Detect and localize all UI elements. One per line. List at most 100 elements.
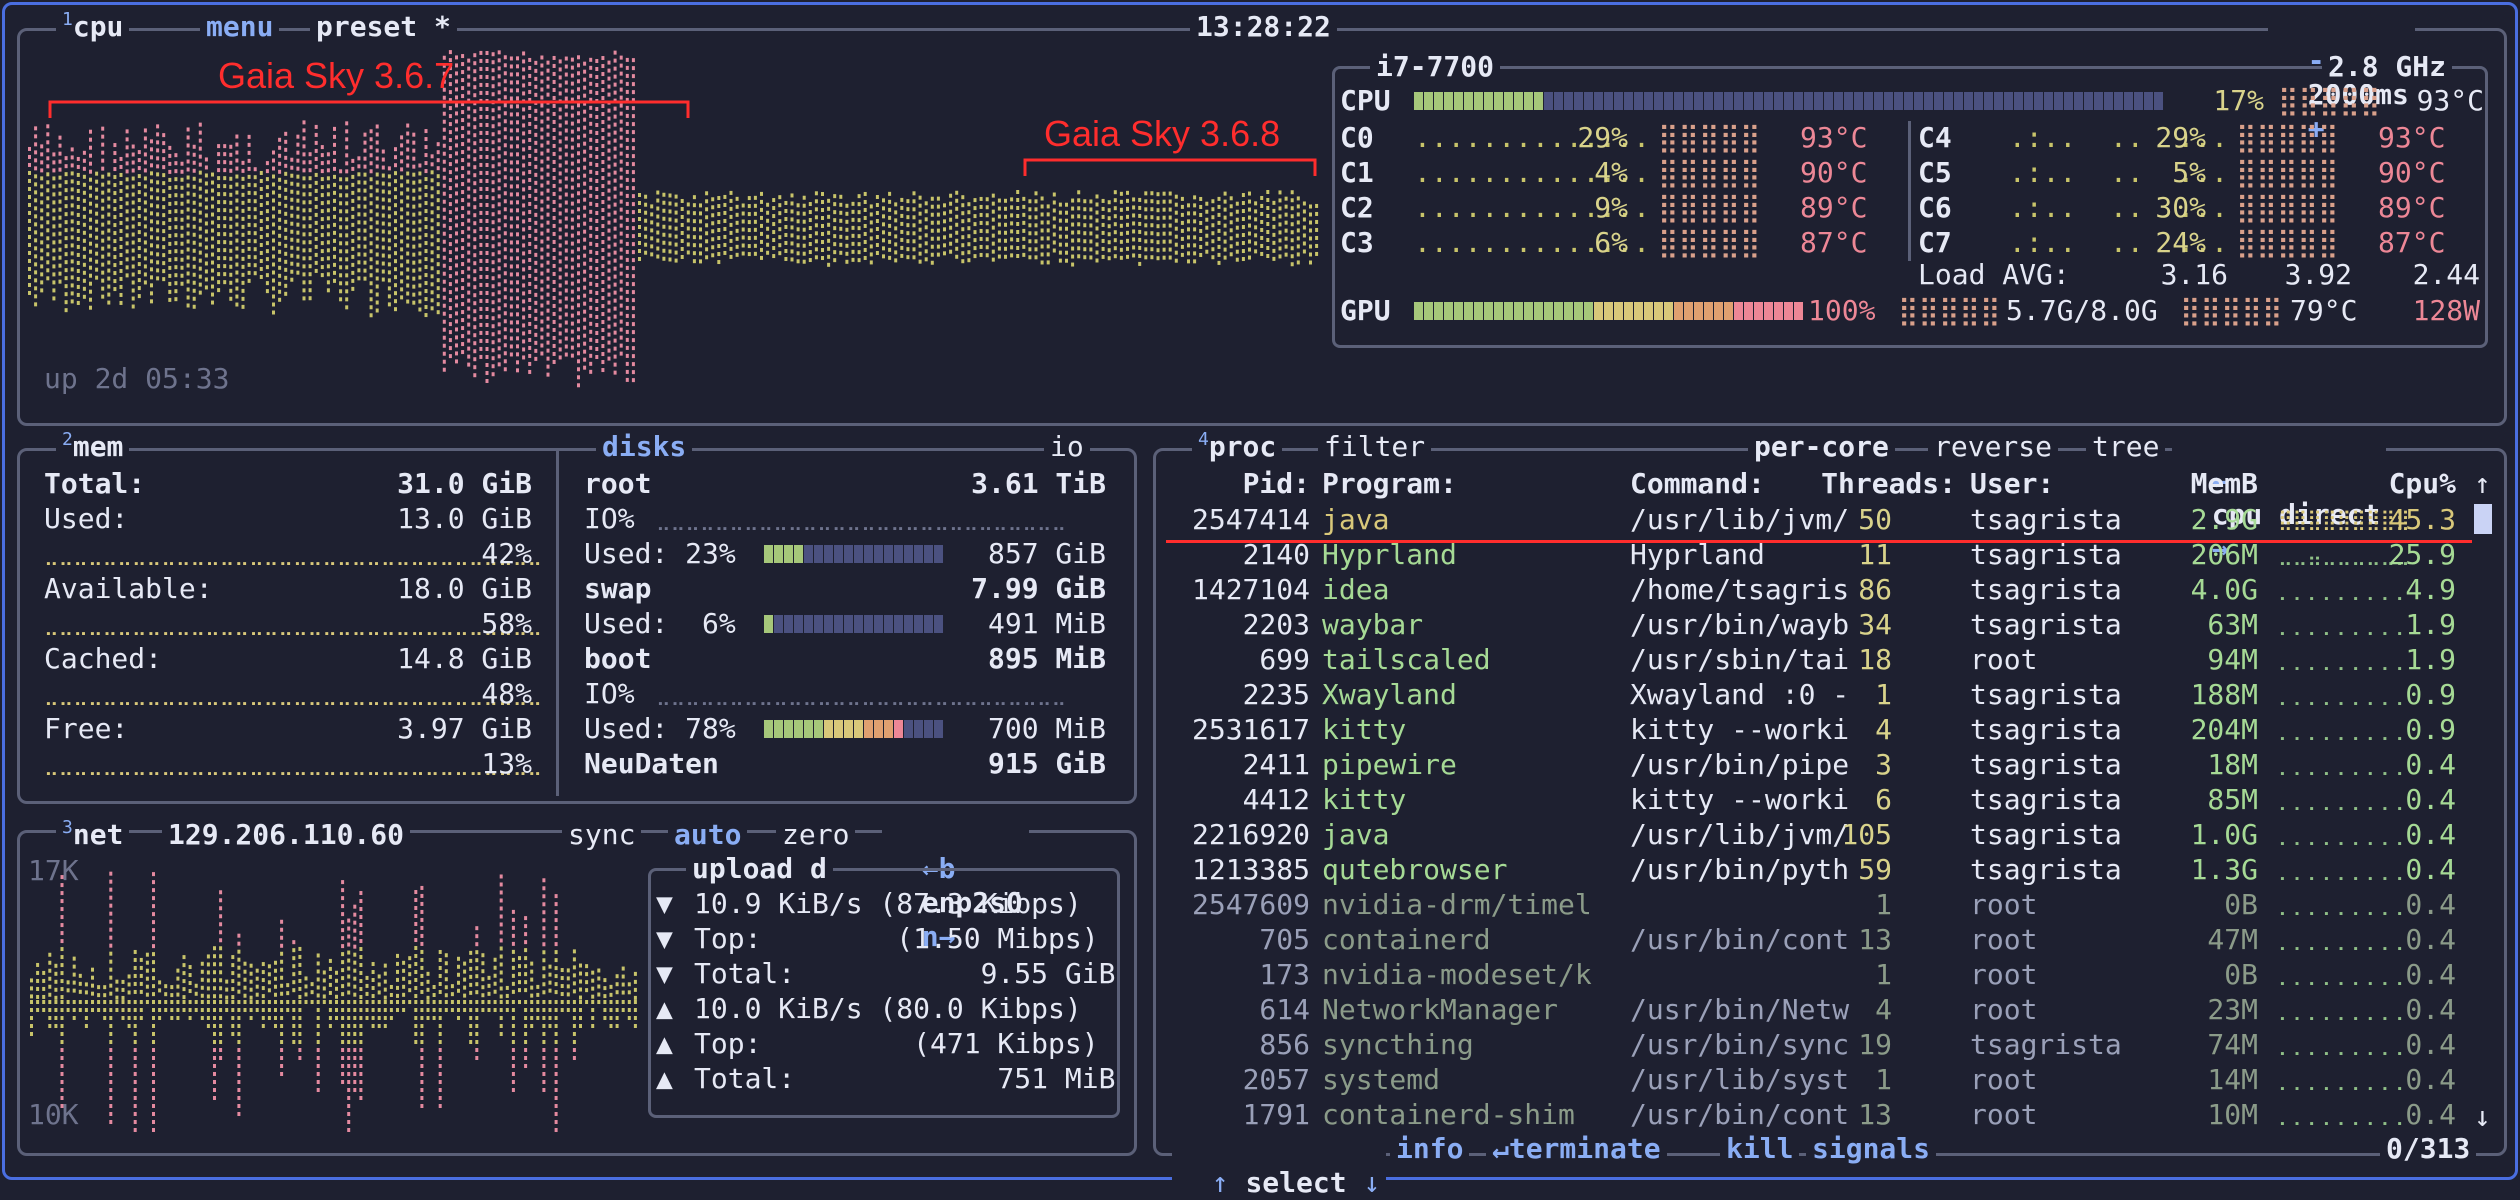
zero-toggle[interactable]: zero bbox=[776, 818, 855, 852]
signals-button[interactable]: signals bbox=[1806, 1132, 1936, 1166]
cpu-graph-dot bbox=[809, 242, 812, 246]
cpu-graph-dot bbox=[309, 272, 312, 276]
table-row[interactable]: 699tailscaled/usr/sbin/tai18root94M⡀⡀⡀⡀⡀… bbox=[1166, 642, 2466, 677]
table-row[interactable]: 1427104idea/home/tsagris86tsagrista4.0G⡀… bbox=[1166, 572, 2466, 607]
cpu-graph-dot bbox=[662, 201, 665, 205]
cpu-graph-dot bbox=[577, 263, 580, 267]
cpu-graph-dot bbox=[614, 355, 617, 359]
cpu-graph-dot bbox=[486, 155, 489, 159]
process-cpu: 25.9 bbox=[2380, 537, 2456, 572]
reverse-toggle[interactable]: reverse bbox=[1928, 430, 2058, 464]
per-core-toggle[interactable]: per-core bbox=[1748, 430, 1895, 464]
cpu-graph-dot bbox=[211, 205, 214, 209]
filter-button[interactable]: filter bbox=[1318, 430, 1431, 464]
cpu-graph-dot bbox=[443, 264, 446, 268]
cpu-graph-dot bbox=[388, 302, 391, 306]
cpu-graph-dot bbox=[730, 255, 733, 259]
net-graph-dot bbox=[268, 964, 271, 968]
cpu-graph-dot bbox=[1236, 218, 1239, 222]
cpu-graph-dot bbox=[760, 224, 763, 228]
cpu-graph-dot bbox=[388, 222, 391, 226]
col-header-program[interactable]: Program: bbox=[1322, 467, 1457, 501]
col-header-memb[interactable]: MemB bbox=[2150, 467, 2258, 501]
table-row[interactable]: 2140HyprlandHyprland11tsagrista206M⣀⣀⣤⣀⣀… bbox=[1166, 537, 2466, 572]
net-graph-dot bbox=[463, 978, 466, 982]
select-label: select bbox=[1245, 1166, 1346, 1199]
tree-toggle[interactable]: tree bbox=[2086, 430, 2165, 464]
cpu-graph-dot bbox=[620, 336, 623, 340]
col-header-user[interactable]: User: bbox=[1970, 467, 2054, 501]
net-graph-dot bbox=[274, 1000, 277, 1004]
auto-toggle[interactable]: auto bbox=[668, 818, 747, 852]
disk-neudaten-name[interactable]: NeuDaten bbox=[584, 747, 719, 781]
cpu-graph-dot bbox=[370, 217, 373, 221]
cpu-graph-dot bbox=[1266, 222, 1269, 226]
net-graph-dot bbox=[475, 1040, 478, 1044]
cpu-graph-dot bbox=[272, 270, 275, 274]
terminate-button[interactable]: ↵terminate bbox=[1486, 1132, 1667, 1166]
cpu-graph-dot bbox=[1297, 252, 1300, 256]
cpu-graph-dot bbox=[614, 195, 617, 199]
net-graph-dot bbox=[500, 898, 503, 902]
menu-button[interactable]: menu bbox=[200, 10, 279, 44]
cpu-graph-dot bbox=[1199, 205, 1202, 209]
cpu-graph-dot bbox=[327, 288, 330, 292]
cpu-graph-dot bbox=[595, 67, 598, 71]
cpu-graph-dot bbox=[345, 153, 348, 157]
preset-button[interactable]: preset * bbox=[310, 10, 457, 44]
cpu-graph-dot bbox=[431, 290, 434, 294]
info-button[interactable]: info bbox=[1390, 1132, 1469, 1166]
col-header-command[interactable]: Command: bbox=[1630, 467, 1765, 501]
cpu-graph-dot bbox=[504, 359, 507, 363]
cpu-graph-dot bbox=[577, 287, 580, 291]
scroll-up-button[interactable]: ↑ bbox=[2474, 467, 2491, 501]
cpu-graph-dot bbox=[126, 153, 129, 157]
net-graph-dot bbox=[152, 896, 155, 900]
cpu-graph-dot bbox=[614, 323, 617, 327]
cpu-graph-dot bbox=[504, 231, 507, 235]
select-down-button[interactable]: ↓ bbox=[1363, 1166, 1380, 1199]
cpu-graph-dot bbox=[144, 152, 147, 156]
cpu-graph-dot bbox=[949, 194, 952, 198]
col-header-cpu[interactable]: Cpu% bbox=[2380, 467, 2456, 501]
net-graph-dot bbox=[475, 1056, 478, 1060]
disk-boot-name[interactable]: boot bbox=[584, 642, 651, 676]
cpu-graph-dot bbox=[681, 231, 684, 235]
table-row[interactable]: 2235XwaylandXwayland :0 -1tsagrista188M⡀… bbox=[1166, 677, 2466, 712]
cpu-graph-dot bbox=[1053, 217, 1056, 221]
net-graph-dot bbox=[244, 994, 247, 998]
cpu-graph-dot bbox=[272, 294, 275, 298]
scroll-down-button[interactable]: ↓ bbox=[2474, 1100, 2491, 1134]
net-graph-dot bbox=[213, 1072, 216, 1076]
table-row[interactable]: 2203waybar/usr/bin/wayb34tsagrista63M⡀⡀⡀… bbox=[1166, 607, 2466, 642]
cpu-graph-dot bbox=[144, 264, 147, 268]
io-toggle[interactable]: io bbox=[1044, 430, 1090, 464]
net-graph-dot bbox=[518, 956, 521, 960]
cpu-graph-dot bbox=[77, 181, 80, 185]
cpu-graph-dot bbox=[71, 299, 74, 303]
table-row[interactable]: 2547414java/usr/lib/jvm/50tsagrista2.9G⣿… bbox=[1166, 502, 2466, 537]
net-graph-dot bbox=[231, 979, 234, 983]
cpu-graph-dot bbox=[571, 162, 574, 166]
kill-button[interactable]: kill bbox=[1720, 1132, 1799, 1166]
select-up-button[interactable]: ↑ bbox=[1212, 1166, 1229, 1199]
cpu-graph-dot bbox=[534, 197, 537, 201]
sync-toggle[interactable]: sync bbox=[562, 818, 641, 852]
net-graph-dot bbox=[73, 1000, 76, 1004]
cpu-graph-dot bbox=[284, 132, 287, 136]
cpu-graph-dot bbox=[52, 256, 55, 260]
col-header-pid[interactable]: Pid: bbox=[1170, 467, 1310, 501]
disks-title[interactable]: disks bbox=[596, 430, 692, 464]
col-header-threads[interactable]: Threads: bbox=[1808, 467, 1956, 501]
disk-root-name[interactable]: root bbox=[584, 467, 651, 501]
cpu-graph-dot bbox=[455, 87, 458, 91]
scrollbar-thumb[interactable] bbox=[2474, 504, 2492, 534]
disk-swap-name[interactable]: swap bbox=[584, 572, 651, 606]
net-graph-dot bbox=[542, 1024, 545, 1028]
net-graph-dot bbox=[622, 991, 625, 995]
cpu-graph-dot bbox=[784, 225, 787, 229]
net-graph-dot bbox=[372, 986, 375, 990]
disk-boot-used-label: Used: 78% bbox=[584, 712, 736, 746]
cpu-graph-dot bbox=[492, 212, 495, 216]
cpu-graph-dot bbox=[71, 267, 74, 271]
